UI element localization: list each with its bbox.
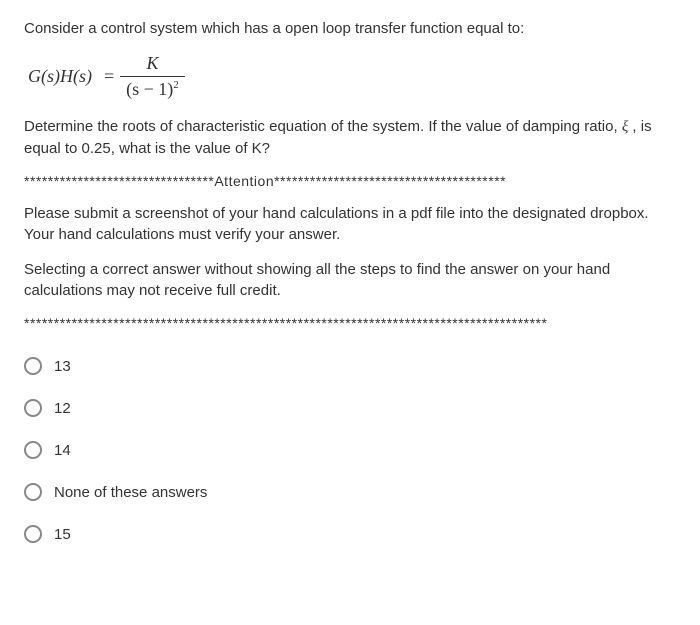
radio-icon — [24, 399, 42, 417]
option-label: 12 — [54, 400, 71, 417]
option-label: None of these answers — [54, 484, 207, 501]
option-14[interactable]: 14 — [24, 441, 676, 459]
question-intro: Consider a control system which has a op… — [24, 18, 676, 39]
attention-divider: ********************************Attentio… — [24, 173, 676, 189]
option-label: 14 — [54, 442, 71, 459]
radio-icon — [24, 483, 42, 501]
transfer-function-formula: G(s)H(s) = K (s − 1)2 — [28, 53, 676, 100]
radio-icon — [24, 525, 42, 543]
radio-icon — [24, 357, 42, 375]
options-group: 13 12 14 None of these answers 15 — [24, 357, 676, 543]
option-15[interactable]: 15 — [24, 525, 676, 543]
option-label: 13 — [54, 358, 71, 375]
formula-denominator: (s − 1)2 — [120, 76, 185, 100]
option-13[interactable]: 13 — [24, 357, 676, 375]
option-none[interactable]: None of these answers — [24, 483, 676, 501]
instructions-2: Selecting a correct answer without showi… — [24, 259, 676, 301]
formula-lhs: G(s)H(s) — [28, 66, 92, 87]
stars-divider: ****************************************… — [24, 315, 676, 331]
option-12[interactable]: 12 — [24, 399, 676, 417]
option-label: 15 — [54, 526, 71, 543]
equals-sign: = — [104, 66, 114, 87]
instructions-1: Please submit a screenshot of your hand … — [24, 203, 676, 245]
formula-numerator: K — [140, 53, 164, 76]
radio-icon — [24, 441, 42, 459]
question-prompt: Determine the roots of characteristic eq… — [24, 116, 676, 159]
formula-fraction: K (s − 1)2 — [120, 53, 185, 100]
